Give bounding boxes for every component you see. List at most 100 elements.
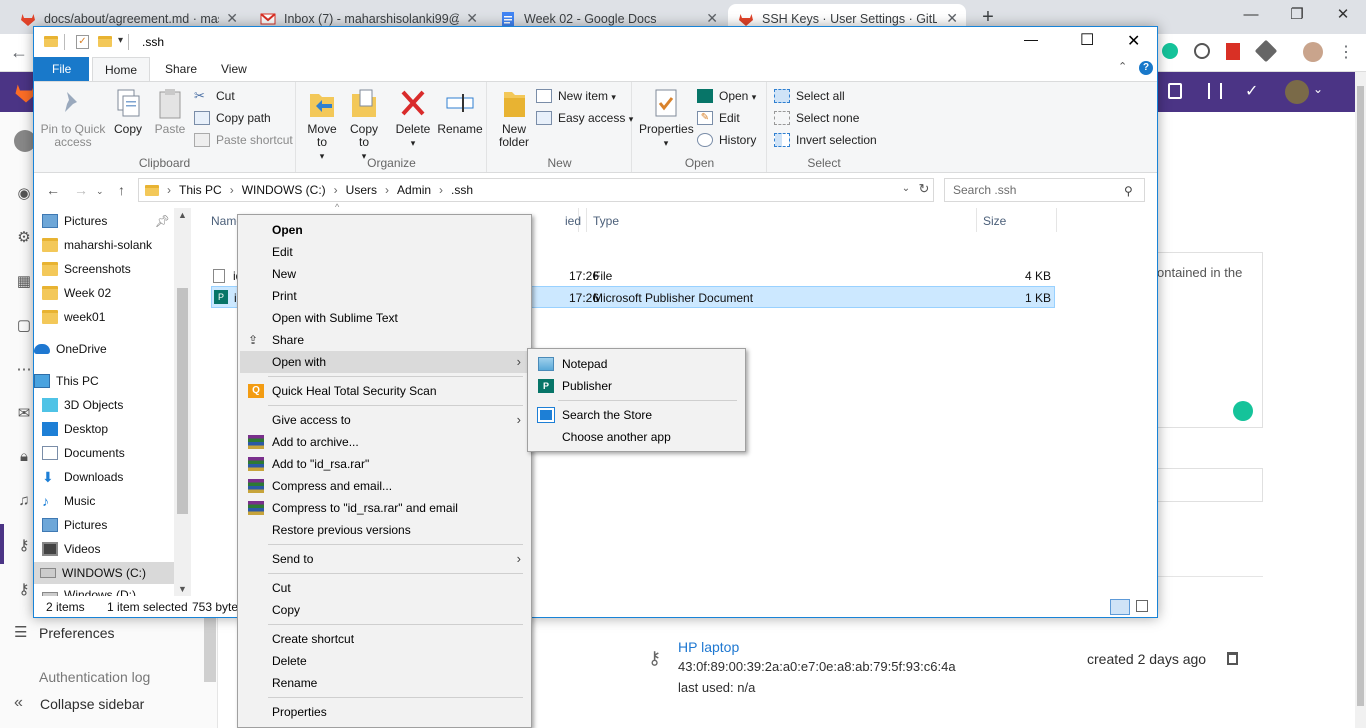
nav-item-maharshi-solank[interactable]: maharshi-solank (36, 234, 172, 256)
menu-item-create-shortcut[interactable]: Create shortcut (240, 628, 529, 650)
column-header-type[interactable]: Type (593, 214, 619, 228)
grammarly-extension-icon[interactable] (1162, 43, 1178, 59)
submenu-item-search-store[interactable]: Search the Store (530, 404, 743, 426)
menu-item-cut[interactable]: Cut (240, 577, 529, 599)
search-input[interactable]: Search .ssh (944, 178, 1145, 202)
submenu-item-publisher[interactable]: P Publisher (530, 375, 743, 397)
menu-item-compress-email[interactable]: Compress and email... (240, 475, 529, 497)
scroll-down-icon[interactable]: ▼ (178, 584, 187, 594)
sidebar-item-preferences[interactable]: Preferences (39, 625, 114, 641)
close-tab-icon[interactable]: ✕ (706, 10, 718, 27)
details-view-icon[interactable] (1110, 599, 1130, 615)
cut-button[interactable]: ✂ Cut (194, 86, 235, 106)
edit-button[interactable]: ✎ Edit (697, 108, 740, 128)
browser-menu-icon[interactable]: ⋮ (1338, 42, 1354, 62)
address-dropdown-icon[interactable]: ⌄ (896, 178, 916, 202)
chevron-down-icon[interactable]: ⌄ (1313, 82, 1323, 96)
menu-item-add-to-rar[interactable]: Add to "id_rsa.rar" (240, 453, 529, 475)
menu-item-open[interactable]: Open (240, 219, 529, 241)
menu-item-new[interactable]: New (240, 263, 529, 285)
ssh-key-title-link[interactable]: HP laptop (678, 639, 739, 655)
close-tab-icon[interactable]: ✕ (946, 10, 958, 27)
address-bar[interactable]: › This PC › WINDOWS (C:) › Users › Admin… (138, 178, 934, 202)
breadcrumb-users[interactable]: Users (346, 183, 377, 197)
applications-icon[interactable]: ▦ (14, 272, 34, 292)
nav-item-desktop[interactable]: Desktop (36, 418, 172, 440)
easy-access-button[interactable]: Easy access ▾ (536, 108, 633, 128)
menu-item-share[interactable]: ⇪ Share (240, 329, 529, 351)
nav-scrollbar[interactable]: ▲ ▼ (174, 208, 191, 596)
new-item-button[interactable]: New item ▾ (536, 86, 616, 106)
todos-icon[interactable]: ✓ (1245, 81, 1258, 101)
column-header-modified[interactable]: ied (565, 214, 581, 228)
close-tab-icon[interactable]: ✕ (226, 10, 238, 27)
chat-icon[interactable]: ▢ (14, 316, 34, 336)
menu-item-print[interactable]: Print (240, 285, 529, 307)
nav-item-onedrive[interactable]: OneDrive (28, 338, 172, 360)
open-button[interactable]: Open ▾ (697, 86, 756, 106)
merge-requests-icon[interactable] (1208, 83, 1222, 99)
tab-file[interactable]: File (34, 57, 90, 81)
column-separator[interactable] (586, 208, 587, 232)
tab-view[interactable]: View (209, 57, 259, 81)
menu-item-send-to[interactable]: Send to › (240, 548, 529, 570)
column-separator[interactable] (1056, 208, 1057, 232)
back-arrow-icon[interactable]: ← (10, 42, 28, 63)
recent-locations-icon[interactable]: ⌄ (96, 186, 104, 197)
pin-quick-access-button[interactable]: Pin to Quick access (40, 86, 106, 149)
delete-key-icon[interactable] (1227, 652, 1238, 665)
move-to-button[interactable]: Move to ▾ (303, 86, 341, 163)
breadcrumb-admin[interactable]: Admin (397, 183, 431, 197)
menu-item-rename[interactable]: Rename (240, 672, 529, 694)
nav-item-videos[interactable]: Videos (36, 538, 172, 560)
profile-avatar[interactable] (1303, 42, 1323, 62)
column-header-size[interactable]: Size (983, 214, 1006, 228)
copy-to-button[interactable]: Copy to ▾ (345, 86, 383, 163)
submenu-item-choose-app[interactable]: Choose another app (530, 426, 743, 448)
nav-item-this-pc[interactable]: This PC (28, 370, 172, 392)
rename-button[interactable]: Rename (437, 86, 483, 136)
select-none-button[interactable]: Select none (774, 108, 859, 128)
pdf-extension-icon[interactable] (1226, 43, 1240, 60)
invert-selection-button[interactable]: Invert selection (774, 130, 877, 150)
speed-extension-icon[interactable] (1194, 43, 1210, 59)
close-tab-icon[interactable]: ✕ (466, 10, 478, 27)
breadcrumb-this-pc[interactable]: This PC (179, 183, 222, 197)
grammarly-icon[interactable] (1233, 401, 1253, 421)
paste-button[interactable]: Paste (152, 86, 188, 136)
menu-item-restore-versions[interactable]: Restore previous versions (240, 519, 529, 541)
profile-icon[interactable]: ◉ (14, 184, 34, 204)
large-icons-view-icon[interactable] (1136, 600, 1148, 612)
properties-button[interactable]: Properties ▾ (639, 86, 694, 150)
nav-item-music[interactable]: ♪ Music (36, 490, 172, 512)
scroll-thumb[interactable] (177, 288, 188, 514)
nav-item-3d-objects[interactable]: 3D Objects (36, 394, 172, 416)
nav-item-windows-c[interactable]: WINDOWS (C:) (34, 562, 174, 584)
nav-item-pictures[interactable]: Pictures 📌︎ (36, 210, 172, 232)
column-separator[interactable] (976, 208, 977, 232)
restore-browser-button[interactable]: ❐ (1274, 0, 1320, 30)
maximize-button[interactable]: ☐ (1080, 30, 1094, 50)
sidebar-scrollbar[interactable] (204, 618, 216, 682)
menu-item-give-access[interactable]: Give access to › (240, 409, 529, 431)
menu-item-quick-heal-scan[interactable]: Q Quick Heal Total Security Scan (240, 380, 529, 402)
breadcrumb-ssh[interactable]: .ssh (451, 183, 473, 197)
up-arrow-icon[interactable]: ↑ (118, 182, 125, 198)
collapse-sidebar-button[interactable]: Collapse sidebar (40, 696, 144, 712)
delete-button[interactable]: Delete ▾ (393, 86, 433, 150)
properties-quick-icon[interactable]: ✓ (76, 35, 89, 49)
nav-item-week01[interactable]: week01 (36, 306, 172, 328)
new-folder-quick-icon[interactable] (98, 36, 112, 47)
nav-item-windows-d[interactable]: Windows (D:) (36, 586, 172, 596)
breadcrumb-windows-c[interactable]: WINDOWS (C:) (242, 183, 326, 197)
minimize-button[interactable]: — (1024, 31, 1038, 47)
menu-item-edit[interactable]: Edit (240, 241, 529, 263)
nav-item-week-02[interactable]: Week 02 (36, 282, 172, 304)
back-arrow-icon[interactable]: ← (46, 182, 60, 198)
tab-home[interactable]: Home (92, 57, 151, 81)
close-browser-button[interactable]: ✕ (1320, 0, 1366, 30)
nav-item-downloads[interactable]: ⬇ Downloads (36, 466, 172, 488)
refresh-icon[interactable]: ↻ (914, 178, 934, 202)
menu-item-delete[interactable]: Delete (240, 650, 529, 672)
page-scrollbar[interactable] (1355, 72, 1366, 728)
